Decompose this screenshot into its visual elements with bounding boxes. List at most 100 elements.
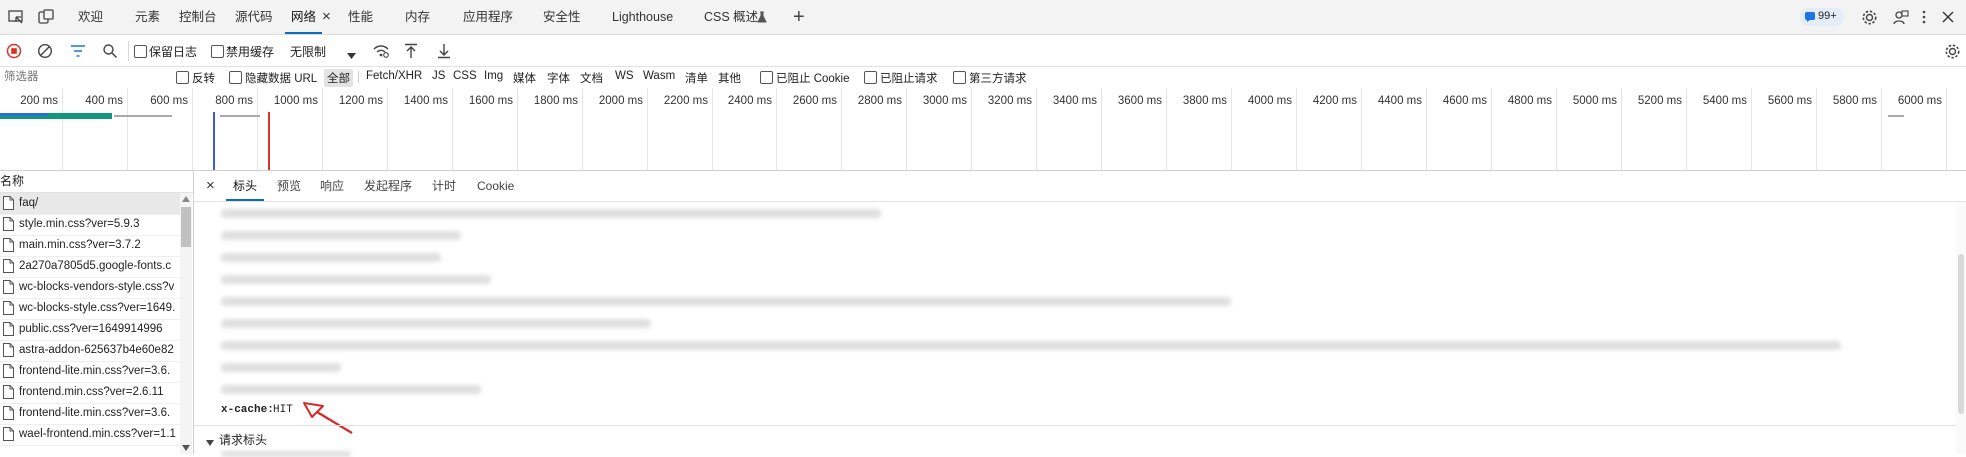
scroll-up-icon[interactable] [182, 196, 190, 202]
scrollbar-thumb[interactable] [181, 207, 191, 247]
type-filter-wasm[interactable]: Wasm [643, 70, 675, 82]
timeline-tick-label: 4000 ms [1247, 95, 1292, 107]
request-row[interactable]: wc-blocks-vendors-style.css?v [0, 277, 180, 299]
export-har-download-icon[interactable] [432, 39, 456, 63]
type-filter-other[interactable]: 其他 [718, 70, 741, 86]
network-settings-gear-icon[interactable] [1940, 39, 1964, 63]
request-row[interactable]: frontend-lite.min.css?ver=3.6. [0, 361, 180, 383]
request-row[interactable]: faq/ [0, 193, 180, 215]
request-list-scrollbar[interactable] [180, 193, 192, 454]
file-icon [3, 427, 14, 441]
section-expand-triangle-icon[interactable] [206, 435, 214, 449]
issues-counter[interactable]: 99+ [1800, 8, 1844, 26]
tab-sources[interactable]: 源代码 [235, 0, 273, 34]
tab-css-overview[interactable]: CSS 概述 [704, 0, 758, 34]
file-icon [3, 196, 14, 210]
tab-security[interactable]: 安全性 [543, 0, 581, 34]
detail-scrollbar[interactable] [1956, 202, 1966, 454]
timeline-tick-label: 4200 ms [1312, 95, 1357, 107]
type-filter-doc[interactable]: 文档 [580, 70, 603, 86]
timeline-gridline [712, 88, 713, 170]
more-options-icon[interactable] [1912, 5, 1936, 29]
type-filter-js[interactable]: JS [432, 70, 445, 82]
request-row[interactable]: public.css?ver=1649914996 [0, 319, 180, 341]
redacted-header-row [221, 385, 481, 394]
tab-network-close-icon[interactable]: × [322, 0, 331, 34]
request-row[interactable]: wc-blocks-style.css?ver=1649. [0, 298, 180, 320]
settings-gear-icon[interactable] [1857, 5, 1881, 29]
clear-log-icon[interactable] [33, 39, 57, 63]
timeline-gridline [1946, 88, 1947, 170]
filter-funnel-icon[interactable] [66, 39, 90, 63]
preserve-log-checkbox[interactable] [134, 45, 147, 58]
request-row[interactable]: frontend.min.css?ver=2.6.11 [0, 382, 180, 404]
close-devtools-icon[interactable] [1936, 5, 1960, 29]
section-divider [194, 425, 1966, 426]
request-row[interactable]: 2a270a7805d5.google-fonts.c [0, 256, 180, 278]
request-headers-section-title[interactable]: 请求标头 [219, 431, 267, 448]
add-tab-button[interactable]: + [793, 0, 805, 34]
tab-console[interactable]: 控制台 [179, 0, 217, 34]
hide-data-urls-checkbox[interactable] [229, 71, 242, 84]
filter-input[interactable] [0, 68, 160, 85]
invert-checkbox[interactable] [176, 71, 189, 84]
request-list-pane: 名称 faq/style.min.css?ver=5.9.3 main.min.c… [0, 171, 194, 454]
tab-application[interactable]: 应用程序 [463, 0, 513, 34]
redacted-header-row [221, 275, 491, 284]
detail-tab-preview[interactable]: 预览 [277, 171, 301, 201]
device-emulation-icon[interactable] [34, 5, 58, 29]
type-filter-font[interactable]: 字体 [547, 70, 570, 86]
name-column-header[interactable]: 名称 [0, 171, 193, 193]
throttling-select[interactable]: 无限制 [290, 43, 326, 60]
network-overview-timeline[interactable]: 200 ms 400 ms 600 ms 800 ms 1000 ms 1200 ms 14… [0, 88, 1966, 171]
timeline-tick-label: 1200 ms [338, 95, 383, 107]
tab-memory[interactable]: 内存 [405, 0, 430, 34]
import-har-upload-icon[interactable] [399, 39, 423, 63]
detail-tab-response[interactable]: 响应 [320, 171, 344, 201]
timeline-tick-label: 3800 ms [1182, 95, 1227, 107]
scroll-down-icon[interactable] [182, 445, 190, 451]
timeline-tick-label: 3200 ms [987, 95, 1032, 107]
type-filter-ws[interactable]: WS [615, 70, 634, 82]
user-feedback-icon[interactable] [1888, 5, 1912, 29]
network-conditions-wifi-icon[interactable] [369, 39, 393, 63]
tab-performance[interactable]: 性能 [348, 0, 373, 34]
detail-tab-cookie[interactable]: Cookie [477, 171, 514, 201]
detail-tab-headers[interactable]: 标头 [225, 171, 265, 201]
tab-elements[interactable]: 元素 [135, 0, 160, 34]
type-filter-manifest[interactable]: 清单 [685, 70, 708, 86]
tab-lighthouse[interactable]: Lighthouse [612, 0, 673, 34]
blocked-requests-checkbox[interactable] [864, 71, 877, 84]
type-filter-css[interactable]: CSS [453, 70, 477, 82]
request-row[interactable]: frontend-lite.min.css?ver=3.6. [0, 403, 180, 425]
timeline-bar-gray-2 [220, 115, 260, 117]
disable-cache-checkbox[interactable] [211, 45, 224, 58]
disable-cache-label: 禁用缓存 [226, 45, 275, 59]
third-party-checkbox[interactable] [953, 71, 966, 84]
close-detail-icon[interactable]: × [206, 171, 215, 201]
inspect-element-icon[interactable] [4, 5, 28, 29]
timeline-tick-label: 5800 ms [1832, 95, 1877, 107]
timeline-gridline [452, 88, 453, 170]
throttling-chevron-down-icon[interactable] [347, 48, 356, 62]
tab-welcome[interactable]: 欢迎 [78, 0, 103, 34]
detail-tab-initiator[interactable]: 发起程序 [364, 171, 412, 201]
type-filter-media[interactable]: 媒体 [513, 70, 536, 86]
redacted-header-row [221, 253, 441, 262]
request-row[interactable]: wael-frontend.min.css?ver=1.1 [0, 424, 180, 446]
request-row[interactable]: main.min.css?ver=3.7.2 [0, 235, 180, 257]
detail-tab-timing[interactable]: 计时 [432, 171, 456, 201]
request-row[interactable]: style.min.css?ver=5.9.3 [0, 214, 180, 236]
tab-network[interactable]: 网络 [284, 0, 323, 34]
request-row[interactable]: astra-addon-625637b4e60e82 [0, 340, 180, 362]
type-filter-img[interactable]: Img [484, 70, 503, 82]
request-name: frontend.min.css?ver=2.6.11 [19, 386, 164, 398]
search-icon[interactable] [98, 39, 122, 63]
type-filter-fetch-xhr[interactable]: Fetch/XHR [366, 70, 422, 82]
detail-scrollbar-thumb[interactable] [1958, 254, 1964, 414]
type-filter-all[interactable]: 全部 [324, 69, 353, 87]
blocked-cookies-checkbox[interactable] [760, 71, 773, 84]
request-name: main.min.css?ver=3.7.2 [19, 239, 141, 251]
timeline-tick-label: 4400 ms [1377, 95, 1422, 107]
stop-recording-icon[interactable] [2, 39, 26, 63]
